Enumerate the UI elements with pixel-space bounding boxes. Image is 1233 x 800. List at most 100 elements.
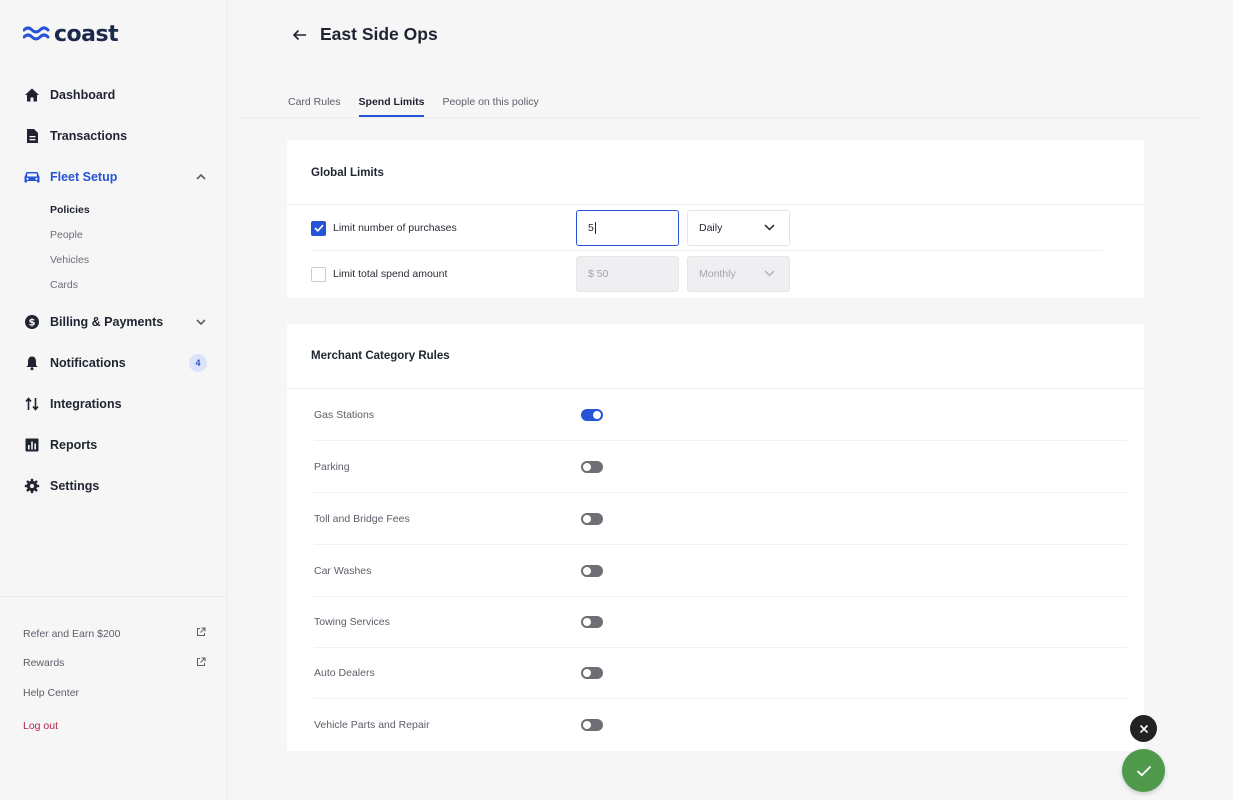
text-caret	[594, 222, 596, 234]
back-arrow-icon[interactable]	[291, 27, 307, 43]
merchant-rules-title: Merchant Category Rules	[311, 350, 450, 362]
checkmark-icon	[1136, 765, 1151, 776]
document-icon	[23, 127, 41, 145]
rule-row-parking: Parking	[314, 441, 1127, 493]
refer-label: Refer and Earn $200	[23, 627, 121, 640]
sidebar-item-fleet-setup[interactable]: Fleet Setup	[0, 156, 228, 197]
rule-label: Auto Dealers	[314, 667, 375, 679]
spend-period-select[interactable]: Monthly	[687, 256, 790, 292]
rule-label: Car Washes	[314, 565, 372, 577]
waves-icon	[23, 26, 50, 41]
towing-toggle[interactable]	[581, 616, 603, 628]
refer-and-earn-link[interactable]: Refer and Earn $200	[0, 619, 228, 649]
policy-tabs: Card Rules Spend Limits People on this p…	[288, 86, 539, 117]
card-divider	[287, 204, 1144, 205]
rule-row-car-washes: Car Washes	[314, 545, 1127, 597]
rule-row-vehicle-parts: Vehicle Parts and Repair	[314, 699, 1127, 751]
sort-arrows-icon	[23, 395, 41, 413]
sidebar-subitem-policies[interactable]: Policies	[50, 197, 228, 222]
rule-row-toll-bridge: Toll and Bridge Fees	[314, 493, 1127, 545]
fleet-setup-submenu: Policies People Vehicles Cards	[0, 197, 228, 297]
limit-purchases-row: Limit number of purchases	[311, 210, 457, 246]
parking-toggle[interactable]	[581, 461, 603, 473]
rule-label: Parking	[314, 461, 350, 473]
main-nav: Dashboard Transactions Fleet Setup Polic…	[0, 74, 228, 506]
check-icon	[313, 224, 324, 232]
sidebar-item-notifications[interactable]: Notifications 4	[0, 342, 228, 383]
logo-text: coast	[54, 21, 119, 47]
spend-amount-placeholder: $ 50	[588, 268, 609, 280]
sidebar-subitem-cards[interactable]: Cards	[50, 272, 228, 297]
auto-dealers-toggle[interactable]	[581, 667, 603, 679]
sidebar-item-label: Reports	[50, 437, 98, 452]
car-washes-toggle[interactable]	[581, 565, 603, 577]
sidebar-item-settings[interactable]: Settings	[0, 465, 228, 506]
rewards-link[interactable]: Rewards	[0, 649, 228, 679]
car-icon	[23, 168, 41, 186]
save-button[interactable]	[1122, 749, 1165, 792]
external-link-icon	[196, 627, 206, 640]
tab-people-on-policy[interactable]: People on this policy	[442, 86, 538, 117]
global-limits-card: Global Limits Limit number of purchases …	[287, 140, 1144, 298]
sidebar-item-billing[interactable]: $ Billing & Payments	[0, 301, 228, 342]
sidebar-item-label: Settings	[50, 478, 100, 493]
coast-logo[interactable]: coast	[23, 20, 119, 48]
rule-label: Toll and Bridge Fees	[314, 513, 410, 525]
tab-card-rules[interactable]: Card Rules	[288, 86, 341, 117]
page-header: East Side Ops	[291, 24, 438, 45]
home-icon	[23, 86, 41, 104]
rule-label: Vehicle Parts and Repair	[314, 719, 430, 731]
main-content: East Side Ops Card Rules Spend Limits Pe…	[229, 0, 1233, 800]
sidebar-subitem-people[interactable]: People	[50, 222, 228, 247]
tabs-divider	[241, 117, 1199, 118]
vehicle-parts-toggle[interactable]	[581, 719, 603, 731]
logout-link[interactable]: Log out	[0, 712, 228, 742]
rule-row-auto-dealers: Auto Dealers	[314, 647, 1127, 699]
sidebar-item-label: Integrations	[50, 396, 122, 411]
bar-chart-icon	[23, 436, 41, 454]
chevron-down-icon	[764, 222, 775, 234]
sidebar-subitem-vehicles[interactable]: Vehicles	[50, 247, 228, 272]
sidebar-footer: Refer and Earn $200 Rewards Help Center …	[0, 596, 228, 741]
limit-purchases-checkbox[interactable]	[311, 220, 326, 236]
limit-spend-checkbox[interactable]	[311, 266, 326, 282]
gas-stations-toggle[interactable]	[581, 409, 603, 421]
svg-text:$: $	[29, 317, 36, 328]
chevron-up-icon[interactable]	[194, 170, 208, 184]
limit-purchases-label: Limit number of purchases	[333, 222, 457, 234]
dollar-icon: $	[23, 313, 41, 331]
row-divider	[311, 250, 1103, 251]
sidebar-item-transactions[interactable]: Transactions	[0, 115, 228, 156]
limit-spend-row: Limit total spend amount	[311, 256, 447, 292]
help-label: Help Center	[23, 686, 80, 699]
rule-row-gas-stations: Gas Stations	[314, 389, 1127, 441]
rule-row-towing: Towing Services	[314, 596, 1127, 648]
notification-count-badge: 4	[189, 353, 207, 372]
chevron-down-icon[interactable]	[194, 315, 208, 329]
sidebar-item-label: Dashboard	[50, 87, 116, 102]
purchase-period-value: Daily	[699, 222, 723, 234]
global-limits-title: Global Limits	[311, 167, 384, 179]
purchase-count-value: 5	[588, 222, 594, 234]
sidebar-item-label: Billing & Payments	[50, 314, 164, 329]
toll-bridge-toggle[interactable]	[581, 513, 603, 525]
spend-period-value: Monthly	[699, 268, 736, 280]
sidebar-item-label: Notifications	[50, 355, 126, 370]
spend-amount-input[interactable]: $ 50	[576, 256, 679, 292]
purchase-period-select[interactable]: Daily	[687, 210, 790, 246]
rewards-label: Rewards	[23, 657, 65, 670]
limit-spend-label: Limit total spend amount	[333, 268, 448, 280]
page-title: East Side Ops	[320, 24, 438, 44]
sidebar-item-integrations[interactable]: Integrations	[0, 383, 228, 424]
logout-label: Log out	[23, 720, 59, 733]
tab-spend-limits[interactable]: Spend Limits	[358, 86, 424, 117]
discard-button[interactable]	[1130, 715, 1157, 742]
gear-icon	[23, 477, 41, 495]
sidebar-item-reports[interactable]: Reports	[0, 424, 228, 465]
rule-label: Gas Stations	[314, 409, 375, 421]
purchase-count-input[interactable]: 5	[576, 210, 679, 246]
help-center-link[interactable]: Help Center	[0, 678, 228, 708]
sidebar-item-dashboard[interactable]: Dashboard	[0, 74, 228, 115]
rule-label: Towing Services	[314, 616, 390, 628]
external-link-icon	[196, 657, 206, 670]
